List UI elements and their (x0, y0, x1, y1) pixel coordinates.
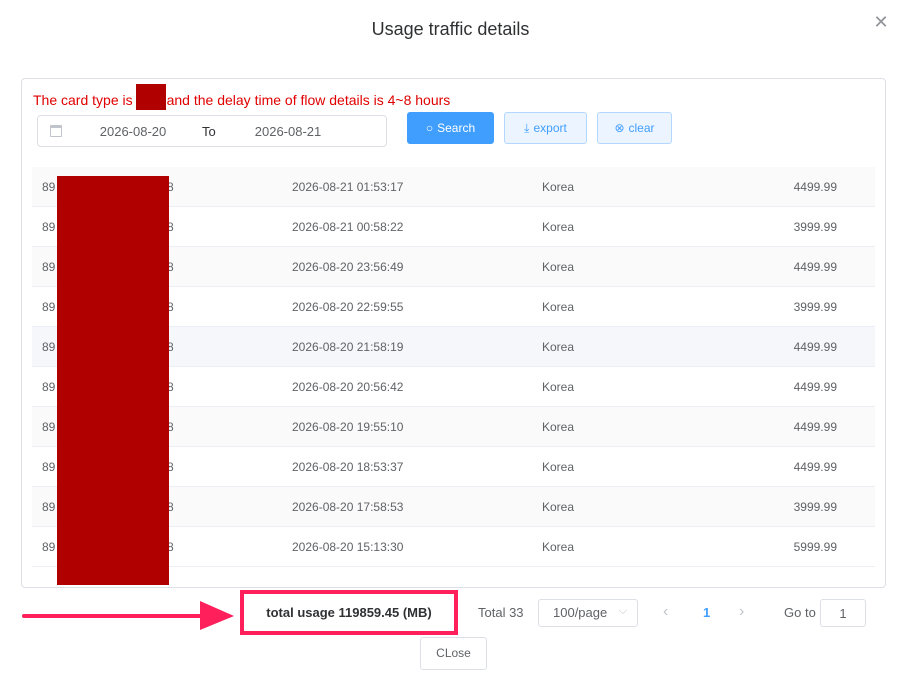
redacted-iccid-column (57, 176, 169, 585)
search-button-label: Search (437, 121, 476, 135)
usage-amount: 4499.99 (793, 260, 837, 274)
usage-amount: 3999.99 (793, 300, 837, 314)
iccid-prefix: 89 (42, 340, 56, 354)
usage-time: 2026-08-20 15:13:30 (292, 540, 404, 554)
usage-time: 2026-08-20 22:59:55 (292, 300, 404, 314)
clear-button-label: clear (628, 121, 655, 135)
download-icon: ⤓ (524, 121, 530, 135)
usage-time: 2026-08-20 18:53:37 (292, 460, 404, 474)
region: Korea (542, 380, 575, 394)
page-number-current[interactable]: 1 (703, 605, 710, 620)
page-size-value: 100/page (553, 605, 608, 620)
region: Korea (542, 260, 575, 274)
notice-suffix: and the delay time of flow details is 4~… (166, 92, 451, 108)
region: Korea (542, 300, 575, 314)
iccid-prefix: 89 (42, 420, 56, 434)
iccid-prefix: 89 (42, 300, 56, 314)
export-button-label: export (533, 121, 567, 135)
notice-prefix: The card type is (33, 92, 133, 108)
date-range-picker[interactable]: 2026-08-20 To 2026-08-21 (37, 115, 387, 147)
usage-amount: 4499.99 (793, 340, 837, 354)
dialog-title: Usage traffic details (371, 19, 530, 39)
start-date[interactable]: 2026-08-20 (88, 124, 178, 139)
clear-icon: ⊗ (614, 121, 625, 135)
close-button[interactable]: CLose (420, 637, 487, 670)
highlight-arrow-icon (22, 601, 234, 630)
usage-time: 2026-08-20 21:58:19 (292, 340, 404, 354)
usage-amount: 3999.99 (793, 500, 837, 514)
prev-page-icon[interactable]: ‹ (663, 603, 668, 621)
usage-time: 2026-08-20 23:56:49 (292, 260, 404, 274)
calendar-icon (50, 125, 62, 137)
page-size-select[interactable]: 100/page ⌵ (538, 599, 638, 627)
usage-amount: 4499.99 (793, 420, 837, 434)
delay-notice: The card type is and the delay time of fl… (33, 84, 451, 111)
clear-button[interactable]: ⊗ clear (597, 112, 672, 144)
region: Korea (542, 220, 575, 234)
goto-page-input[interactable] (820, 599, 866, 627)
usage-time: 2026-08-20 19:55:10 (292, 420, 404, 434)
usage-time: 2026-08-21 00:58:22 (292, 220, 404, 234)
usage-amount: 3999.99 (793, 220, 837, 234)
chevron-down-icon: ⌵ (618, 605, 627, 617)
iccid-prefix: 89 (42, 460, 56, 474)
redacted-card-type (135, 84, 166, 111)
total-count: Total 33 (478, 605, 524, 620)
region: Korea (542, 540, 575, 554)
iccid-prefix: 89 (42, 220, 56, 234)
export-button[interactable]: ⤓ export (504, 112, 587, 144)
usage-amount: 4499.99 (793, 380, 837, 394)
iccid-prefix: 89 (42, 380, 56, 394)
region: Korea (542, 420, 575, 434)
total-usage-highlight: total usage 119859.45 (MB) (240, 590, 458, 635)
goto-label: Go to (784, 605, 816, 620)
iccid-prefix: 89 (42, 500, 56, 514)
end-date[interactable]: 2026-08-21 (243, 124, 333, 139)
search-button[interactable]: ○ Search (407, 112, 494, 144)
region: Korea (542, 340, 575, 354)
usage-time: 2026-08-20 20:56:42 (292, 380, 404, 394)
next-page-icon[interactable]: › (739, 603, 744, 621)
usage-time: 2026-08-21 01:53:17 (292, 180, 404, 194)
search-icon: ○ (425, 121, 434, 135)
iccid-prefix: 89 (42, 260, 56, 274)
usage-amount: 5999.99 (793, 540, 837, 554)
usage-traffic-dialog: Usage traffic details ✕ The card type is… (0, 0, 901, 682)
region: Korea (542, 180, 575, 194)
arrow-head (200, 601, 234, 630)
iccid-prefix: 89 (42, 180, 56, 194)
usage-time: 2026-08-20 17:58:53 (292, 500, 404, 514)
region: Korea (542, 500, 575, 514)
usage-amount: 4499.99 (793, 460, 837, 474)
date-separator: To (202, 124, 216, 139)
iccid-prefix: 89 (42, 540, 56, 554)
region: Korea (542, 460, 575, 474)
usage-amount: 4499.99 (793, 180, 837, 194)
close-icon[interactable]: ✕ (873, 13, 889, 31)
